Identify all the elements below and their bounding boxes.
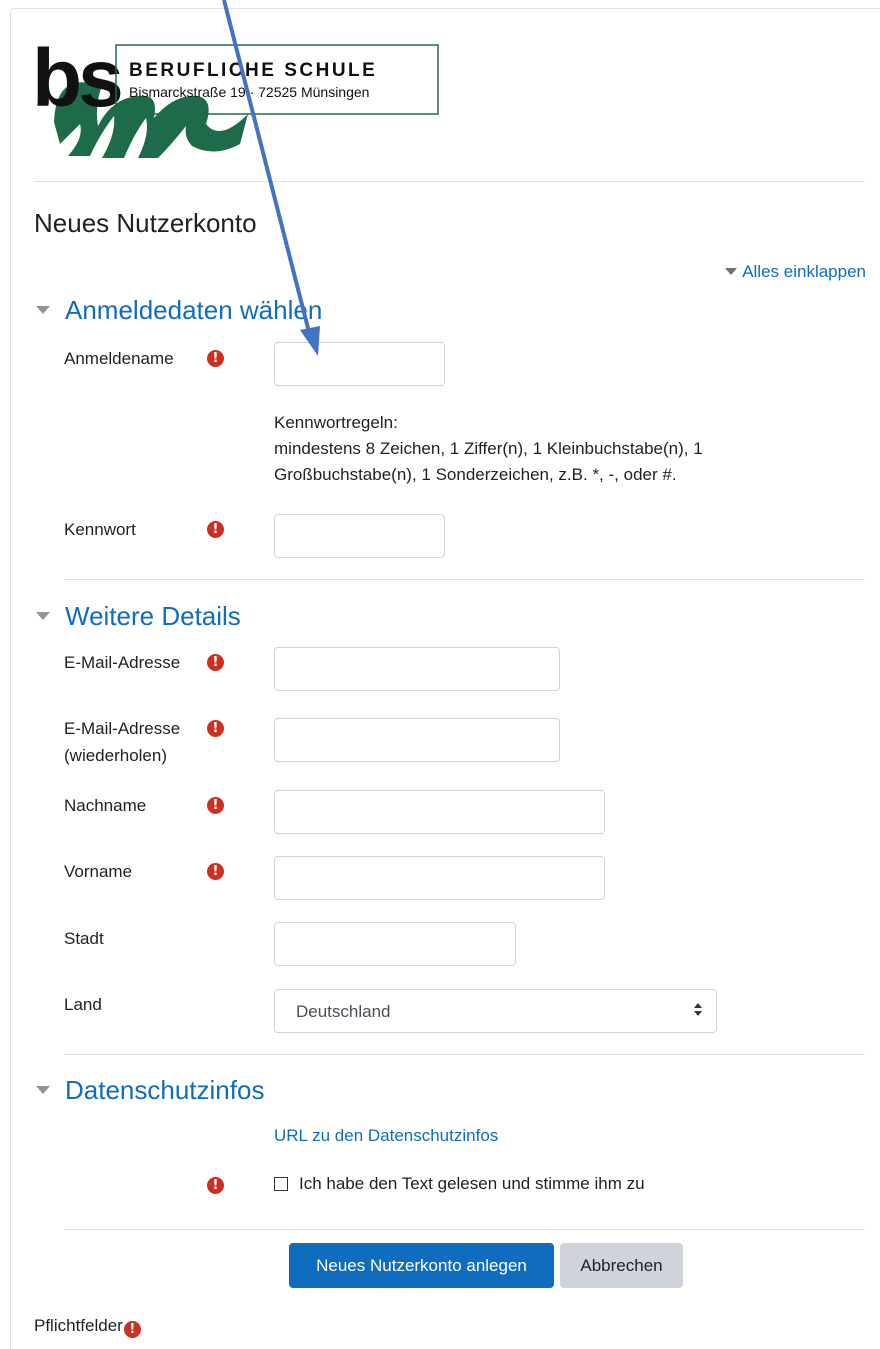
divider-section: [64, 579, 865, 580]
label-lastname: Nachname: [64, 796, 147, 815]
sort-arrows-icon: [694, 1001, 704, 1021]
logo-initials: bs: [34, 34, 121, 124]
label-email: E-Mail-Adresse: [64, 653, 181, 672]
required-icon: !: [207, 1177, 224, 1194]
required-icon: !: [207, 654, 224, 671]
required-icon: !: [207, 350, 224, 367]
country-select[interactable]: Deutschland: [274, 989, 717, 1033]
section-title-login: Anmeldedaten wählen: [65, 295, 323, 325]
username-input[interactable]: [274, 342, 445, 386]
agree-checkbox[interactable]: [274, 1177, 288, 1191]
label-email-repeat-sub: (wiederholen): [64, 746, 167, 765]
city-input[interactable]: [274, 922, 516, 966]
section-header-login[interactable]: Anmeldedaten wählen: [36, 295, 322, 326]
required-icon: !: [207, 863, 224, 880]
required-icon: !: [123, 1321, 141, 1338]
divider-header: [34, 181, 865, 182]
password-rules: Kennwortregeln: mindestens 8 Zeichen, 1 …: [274, 410, 794, 488]
create-account-button[interactable]: Neues Nutzerkonto anlegen: [289, 1243, 554, 1288]
label-city: Stadt: [64, 929, 104, 948]
password-rules-text: mindestens 8 Zeichen, 1 Ziffer(n), 1 Kle…: [274, 439, 703, 484]
triangle-down-icon: [36, 612, 50, 620]
country-select-value: Deutschland: [296, 1002, 391, 1021]
required-icon: !: [207, 720, 224, 737]
privacy-url-link[interactable]: URL zu den Datenschutzinfos: [274, 1126, 498, 1146]
required-fields-note: Pflichtfelder!: [34, 1316, 141, 1338]
page-title: Neues Nutzerkonto: [34, 208, 257, 238]
section-header-details[interactable]: Weitere Details: [36, 601, 241, 632]
password-rules-title: Kennwortregeln:: [274, 413, 398, 432]
triangle-down-icon: [725, 268, 738, 275]
firstname-input[interactable]: [274, 856, 605, 900]
logo-school-name: BERUFLICHE SCHULE: [129, 60, 377, 81]
school-logo: bs BERUFLICHE SCHULE Bismarckstraße 19 ·…: [34, 34, 440, 162]
label-password: Kennwort: [64, 520, 136, 539]
section-title-details: Weitere Details: [65, 601, 241, 631]
label-username: Anmeldename: [64, 349, 174, 368]
divider-section: [64, 1229, 865, 1230]
section-header-privacy[interactable]: Datenschutzinfos: [36, 1075, 264, 1106]
collapse-all-link[interactable]: Alles einklappen: [725, 262, 866, 282]
triangle-down-icon: [36, 1086, 50, 1094]
agree-label[interactable]: Ich habe den Text gelesen und stimme ihm…: [299, 1174, 645, 1194]
section-title-privacy: Datenschutzinfos: [65, 1075, 265, 1105]
password-input[interactable]: [274, 514, 445, 558]
divider-section: [64, 1054, 865, 1055]
label-firstname: Vorname: [64, 862, 133, 881]
triangle-down-icon: [36, 306, 50, 314]
label-country: Land: [64, 995, 102, 1014]
email-repeat-input[interactable]: [274, 718, 560, 762]
label-email-repeat: E-Mail-Adresse (wiederholen): [64, 715, 180, 769]
required-icon: !: [207, 797, 224, 814]
lastname-input[interactable]: [274, 790, 605, 834]
collapse-all-label: Alles einklappen: [742, 262, 866, 281]
logo-address: Bismarckstraße 19 · 72525 Münsingen: [129, 84, 369, 100]
cancel-button[interactable]: Abbrechen: [560, 1243, 683, 1288]
label-email-repeat-main: E-Mail-Adresse: [64, 719, 181, 738]
required-fields-label: Pflichtfelder: [34, 1316, 123, 1335]
required-icon: !: [207, 521, 224, 538]
email-input[interactable]: [274, 647, 560, 691]
